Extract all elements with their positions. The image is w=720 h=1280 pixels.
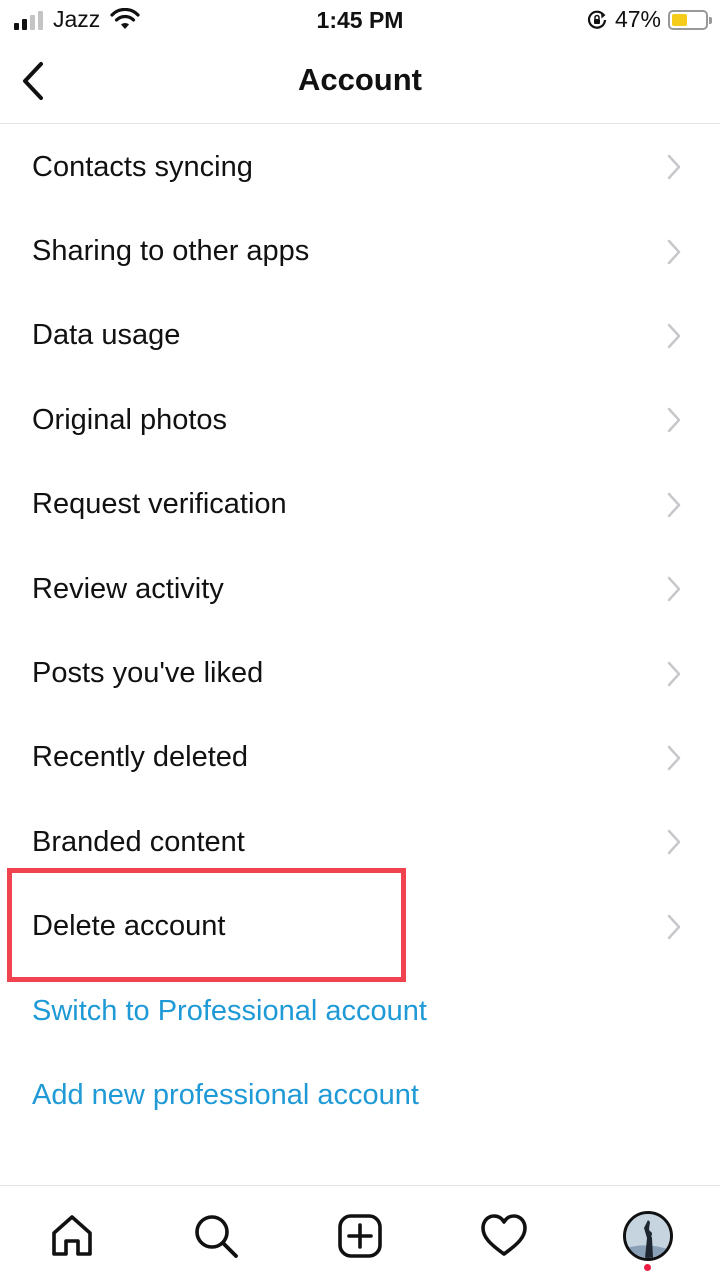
home-icon — [52, 1215, 92, 1256]
menu-item-label: Branded content — [32, 825, 245, 858]
account-settings-list: Contacts syncing Sharing to other apps D… — [0, 125, 720, 1138]
navigation-header: Account — [0, 40, 720, 124]
menu-item-original-photos[interactable]: Original photos — [0, 378, 720, 462]
chevron-right-icon — [667, 661, 681, 686]
switch-to-professional-link[interactable]: Switch to Professional account — [0, 969, 720, 1053]
chevron-right-icon — [667, 576, 681, 602]
profile-avatar — [623, 1211, 673, 1261]
menu-item-delete-account[interactable]: Delete account — [0, 885, 720, 969]
search-tab[interactable] — [186, 1206, 246, 1266]
page-title: Account — [298, 62, 422, 97]
menu-item-review-activity[interactable]: Review activity — [0, 547, 720, 631]
menu-item-contacts-syncing[interactable]: Contacts syncing — [0, 125, 720, 209]
chevron-right-icon — [667, 830, 681, 855]
menu-item-label: Original photos — [32, 403, 228, 436]
bottom-tab-bar — [0, 1185, 720, 1280]
battery-percentage: 47% — [614, 6, 661, 32]
chevron-right-icon — [667, 914, 681, 939]
menu-item-label: Delete account — [32, 910, 226, 943]
menu-item-label: Sharing to other apps — [32, 235, 310, 268]
menu-item-label: Data usage — [32, 319, 181, 352]
home-tab[interactable] — [42, 1206, 102, 1266]
menu-item-request-verification[interactable]: Request verification — [0, 463, 720, 547]
activity-tab[interactable] — [474, 1206, 534, 1266]
profile-notification-dot — [644, 1264, 651, 1271]
chevron-right-icon — [667, 239, 681, 264]
search-icon — [195, 1215, 238, 1258]
chevron-right-icon — [667, 492, 681, 517]
menu-item-label: Posts you've liked — [32, 657, 264, 690]
avatar-photo — [626, 1214, 670, 1258]
menu-item-sharing-to-other-apps[interactable]: Sharing to other apps — [0, 209, 720, 293]
profile-tab[interactable] — [618, 1206, 678, 1266]
new-post-tab[interactable] — [330, 1206, 390, 1266]
menu-item-label: Request verification — [32, 488, 287, 521]
chevron-right-icon — [667, 745, 681, 771]
menu-item-label: Recently deleted — [32, 741, 249, 774]
activity-heart-icon — [481, 1214, 527, 1256]
status-right: 47% — [586, 6, 712, 33]
add-professional-account-link[interactable]: Add new professional account — [0, 1053, 720, 1137]
account-settings-screen: Jazz 1:45 PM 47% Account Contacts syncin… — [0, 0, 720, 1280]
orientation-lock-icon — [587, 10, 607, 29]
battery-cap — [709, 16, 712, 24]
menu-item-data-usage[interactable]: Data usage — [0, 294, 720, 378]
battery-level-fill — [672, 13, 687, 26]
status-bar: Jazz 1:45 PM 47% — [0, 0, 720, 40]
menu-item-posts-youve-liked[interactable]: Posts you've liked — [0, 631, 720, 715]
menu-item-branded-content[interactable]: Branded content — [0, 800, 720, 884]
chevron-right-icon — [667, 154, 681, 180]
link-label: Switch to Professional account — [32, 994, 427, 1027]
menu-item-label: Review activity — [32, 572, 224, 605]
battery-icon — [668, 9, 712, 30]
link-label: Add new professional account — [32, 1078, 419, 1111]
menu-item-recently-deleted[interactable]: Recently deleted — [0, 716, 720, 800]
chevron-right-icon — [667, 408, 681, 433]
new-post-icon — [338, 1214, 382, 1258]
menu-item-label: Contacts syncing — [32, 150, 253, 183]
chevron-right-icon — [667, 323, 681, 349]
